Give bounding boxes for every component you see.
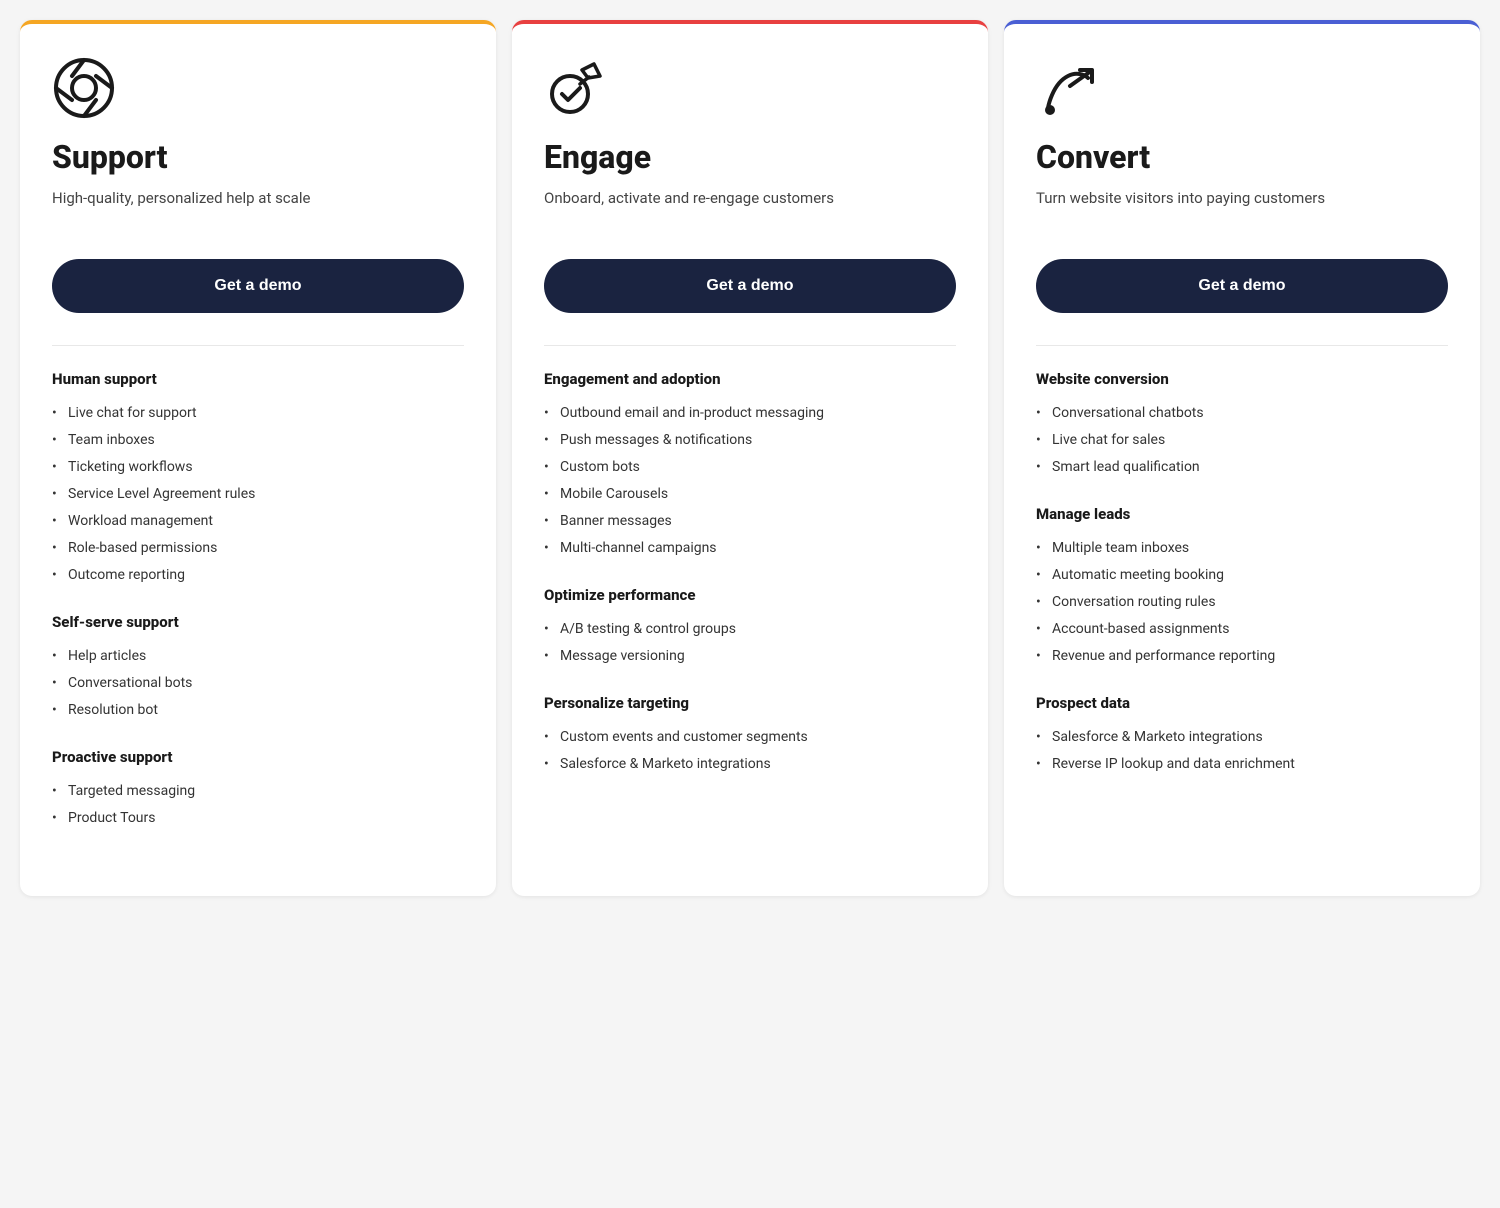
card-title-engage: Engage xyxy=(544,140,956,175)
section-title-engage-2: Personalize targeting xyxy=(544,694,956,712)
cta-button-support[interactable]: Get a demo xyxy=(52,259,464,313)
list-item: Resolution bot xyxy=(52,697,464,724)
divider-convert xyxy=(1036,345,1448,346)
section-engage-2: Personalize targeting Custom events and … xyxy=(544,694,956,778)
list-item: Automatic meeting booking xyxy=(1036,562,1448,589)
list-item: Outbound email and in-product messaging xyxy=(544,400,956,427)
section-title-convert-1: Manage leads xyxy=(1036,505,1448,523)
card-support: Support High-quality, personalized help … xyxy=(20,20,496,896)
section-convert-2: Prospect data Salesforce & Marketo integ… xyxy=(1036,694,1448,778)
list-item: Multiple team inboxes xyxy=(1036,535,1448,562)
list-item: Product Tours xyxy=(52,805,464,832)
list-item: Custom events and customer segments xyxy=(544,724,956,751)
list-item: Ticketing workflows xyxy=(52,454,464,481)
section-title-support-2: Proactive support xyxy=(52,748,464,766)
list-item: Help articles xyxy=(52,643,464,670)
section-support-2: Proactive support Targeted messagingProd… xyxy=(52,748,464,832)
card-engage: Engage Onboard, activate and re-engage c… xyxy=(512,20,988,896)
list-item: Smart lead qualification xyxy=(1036,454,1448,481)
card-subtitle-engage: Onboard, activate and re-engage customer… xyxy=(544,187,956,231)
section-list-support-1: Help articlesConversational botsResoluti… xyxy=(52,643,464,724)
section-title-engage-0: Engagement and adoption xyxy=(544,370,956,388)
list-item: Team inboxes xyxy=(52,427,464,454)
section-convert-0: Website conversion Conversational chatbo… xyxy=(1036,370,1448,481)
list-item: Push messages & notifications xyxy=(544,427,956,454)
list-item: A/B testing & control groups xyxy=(544,616,956,643)
section-title-convert-0: Website conversion xyxy=(1036,370,1448,388)
list-item: Banner messages xyxy=(544,508,956,535)
list-item: Live chat for support xyxy=(52,400,464,427)
engage-icon xyxy=(544,56,608,120)
section-support-1: Self-serve support Help articlesConversa… xyxy=(52,613,464,724)
divider-support xyxy=(52,345,464,346)
list-item: Conversational chatbots xyxy=(1036,400,1448,427)
list-item: Custom bots xyxy=(544,454,956,481)
list-item: Account-based assignments xyxy=(1036,616,1448,643)
list-item: Reverse IP lookup and data enrichment xyxy=(1036,751,1448,778)
section-list-convert-2: Salesforce & Marketo integrationsReverse… xyxy=(1036,724,1448,778)
section-support-0: Human support Live chat for supportTeam … xyxy=(52,370,464,589)
section-title-support-0: Human support xyxy=(52,370,464,388)
section-list-convert-1: Multiple team inboxesAutomatic meeting b… xyxy=(1036,535,1448,670)
divider-engage xyxy=(544,345,956,346)
section-list-support-2: Targeted messagingProduct Tours xyxy=(52,778,464,832)
list-item: Salesforce & Marketo integrations xyxy=(1036,724,1448,751)
list-item: Message versioning xyxy=(544,643,956,670)
cta-button-engage[interactable]: Get a demo xyxy=(544,259,956,313)
list-item: Salesforce & Marketo integrations xyxy=(544,751,956,778)
list-item: Targeted messaging xyxy=(52,778,464,805)
list-item: Multi-channel campaigns xyxy=(544,535,956,562)
list-item: Role-based permissions xyxy=(52,535,464,562)
section-convert-1: Manage leads Multiple team inboxesAutoma… xyxy=(1036,505,1448,670)
list-item: Conversation routing rules xyxy=(1036,589,1448,616)
section-list-engage-1: A/B testing & control groupsMessage vers… xyxy=(544,616,956,670)
list-item: Outcome reporting xyxy=(52,562,464,589)
card-subtitle-convert: Turn website visitors into paying custom… xyxy=(1036,187,1448,231)
card-subtitle-support: High-quality, personalized help at scale xyxy=(52,187,464,231)
section-engage-1: Optimize performance A/B testing & contr… xyxy=(544,586,956,670)
section-title-engage-1: Optimize performance xyxy=(544,586,956,604)
pricing-cards-container: Support High-quality, personalized help … xyxy=(20,20,1480,896)
card-title-convert: Convert xyxy=(1036,140,1448,175)
section-list-engage-0: Outbound email and in-product messagingP… xyxy=(544,400,956,562)
list-item: Revenue and performance reporting xyxy=(1036,643,1448,670)
card-title-support: Support xyxy=(52,140,464,175)
section-title-convert-2: Prospect data xyxy=(1036,694,1448,712)
section-list-convert-0: Conversational chatbotsLive chat for sal… xyxy=(1036,400,1448,481)
cta-button-convert[interactable]: Get a demo xyxy=(1036,259,1448,313)
convert-icon xyxy=(1036,56,1100,120)
section-list-support-0: Live chat for supportTeam inboxesTicketi… xyxy=(52,400,464,589)
list-item: Conversational bots xyxy=(52,670,464,697)
section-engage-0: Engagement and adoption Outbound email a… xyxy=(544,370,956,562)
support-icon xyxy=(52,56,116,120)
section-title-support-1: Self-serve support xyxy=(52,613,464,631)
list-item: Mobile Carousels xyxy=(544,481,956,508)
list-item: Workload management xyxy=(52,508,464,535)
list-item: Service Level Agreement rules xyxy=(52,481,464,508)
list-item: Live chat for sales xyxy=(1036,427,1448,454)
card-convert: Convert Turn website visitors into payin… xyxy=(1004,20,1480,896)
section-list-engage-2: Custom events and customer segmentsSales… xyxy=(544,724,956,778)
